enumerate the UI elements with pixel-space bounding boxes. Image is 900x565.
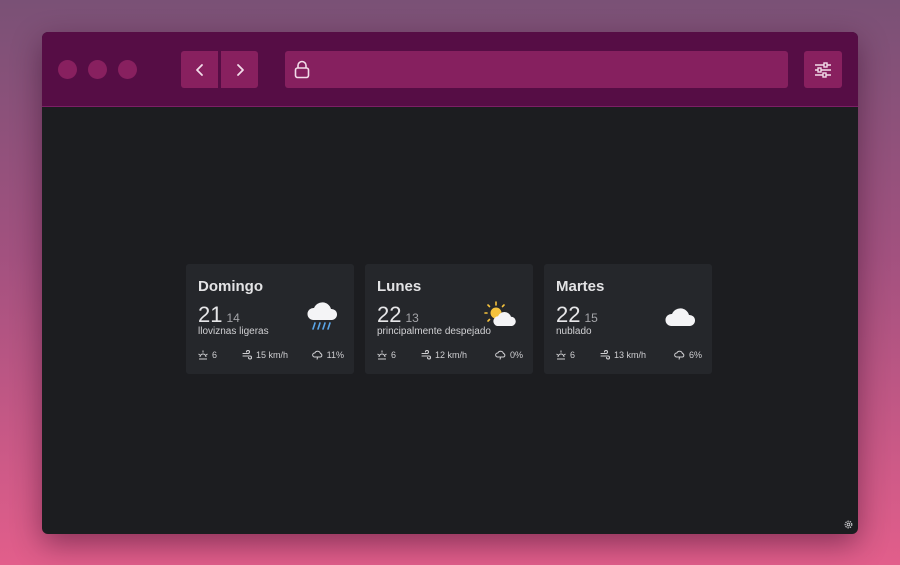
back-button[interactable] bbox=[181, 51, 218, 88]
chevron-right-icon bbox=[236, 63, 244, 76]
forecast-temperatures: 22 13 bbox=[377, 302, 419, 328]
precip-metric: 6% bbox=[674, 350, 702, 360]
uv-metric: 6 bbox=[377, 350, 396, 360]
rain-cloud-icon bbox=[307, 302, 338, 330]
forecast-day: Martes bbox=[556, 278, 605, 295]
wind-icon bbox=[421, 350, 431, 360]
chevron-left-icon bbox=[195, 63, 203, 76]
window-maximize-dot[interactable] bbox=[118, 60, 137, 79]
uv-value: 6 bbox=[212, 350, 218, 360]
forecast-description: lloviznas ligeras bbox=[198, 326, 269, 337]
window-close-dot[interactable] bbox=[58, 60, 77, 79]
forecast-day: Domingo bbox=[198, 278, 263, 295]
wind-value: 15 km/h bbox=[256, 350, 289, 360]
forecast-description: principalmente despejado bbox=[377, 326, 491, 337]
forecast-day: Lunes bbox=[377, 278, 422, 295]
browser-window: Domingo 21 14 lloviznas ligeras 6 15 km/… bbox=[42, 32, 858, 534]
address-bar[interactable] bbox=[285, 51, 788, 88]
browser-settings-button[interactable] bbox=[804, 51, 842, 88]
temp-max: 22 bbox=[556, 302, 581, 327]
precip-value: 11% bbox=[326, 350, 344, 360]
forecast-temperatures: 22 15 bbox=[556, 302, 598, 328]
forward-button[interactable] bbox=[221, 51, 258, 88]
forecast-metrics: 6 15 km/h 11% bbox=[198, 350, 344, 362]
forecast-card: Martes 22 15 nublado 6 13 km/h 6% bbox=[544, 264, 712, 374]
gear-icon[interactable] bbox=[843, 519, 854, 530]
rain-cloud-small-icon bbox=[674, 350, 685, 360]
forecast-card: Domingo 21 14 lloviznas ligeras 6 15 km/… bbox=[186, 264, 354, 374]
wind-icon bbox=[242, 350, 252, 360]
temp-min: 13 bbox=[405, 311, 419, 325]
precip-value: 6% bbox=[688, 350, 702, 360]
uv-sun-icon bbox=[556, 350, 566, 360]
forecast-card: Lunes 22 13 principalmente despejado 6 1… bbox=[365, 264, 533, 374]
precip-metric: 0% bbox=[495, 350, 523, 360]
uv-sun-icon bbox=[198, 350, 208, 360]
forecast-description: nublado bbox=[556, 326, 592, 337]
uv-metric: 6 bbox=[198, 350, 217, 360]
browser-titlebar bbox=[42, 32, 858, 107]
wind-metric: 13 km/h bbox=[600, 350, 646, 360]
uv-sun-icon bbox=[377, 350, 387, 360]
url-input[interactable] bbox=[321, 51, 781, 88]
temp-max: 21 bbox=[198, 302, 223, 327]
partly-sunny-icon bbox=[484, 301, 516, 326]
lock-icon bbox=[294, 60, 310, 79]
wind-value: 12 km/h bbox=[435, 350, 468, 360]
temp-min: 15 bbox=[584, 311, 598, 325]
page-content: Domingo 21 14 lloviznas ligeras 6 15 km/… bbox=[42, 108, 858, 534]
uv-value: 6 bbox=[391, 350, 397, 360]
temp-max: 22 bbox=[377, 302, 402, 327]
wind-icon bbox=[600, 350, 610, 360]
wind-metric: 12 km/h bbox=[421, 350, 467, 360]
rain-cloud-small-icon bbox=[311, 350, 322, 360]
cloud-icon bbox=[665, 308, 696, 326]
precip-value: 0% bbox=[509, 350, 523, 360]
forecast-metrics: 6 12 km/h 0% bbox=[377, 350, 523, 362]
uv-metric: 6 bbox=[556, 350, 575, 360]
wind-value: 13 km/h bbox=[614, 350, 647, 360]
rain-cloud-small-icon bbox=[495, 350, 506, 360]
window-minimize-dot[interactable] bbox=[88, 60, 107, 79]
temp-min: 14 bbox=[226, 311, 240, 325]
forecast-metrics: 6 13 km/h 6% bbox=[556, 350, 702, 362]
forecast-temperatures: 21 14 bbox=[198, 302, 240, 328]
sliders-icon bbox=[815, 61, 831, 78]
precip-metric: 11% bbox=[311, 350, 344, 360]
uv-value: 6 bbox=[570, 350, 576, 360]
wind-metric: 15 km/h bbox=[242, 350, 288, 360]
